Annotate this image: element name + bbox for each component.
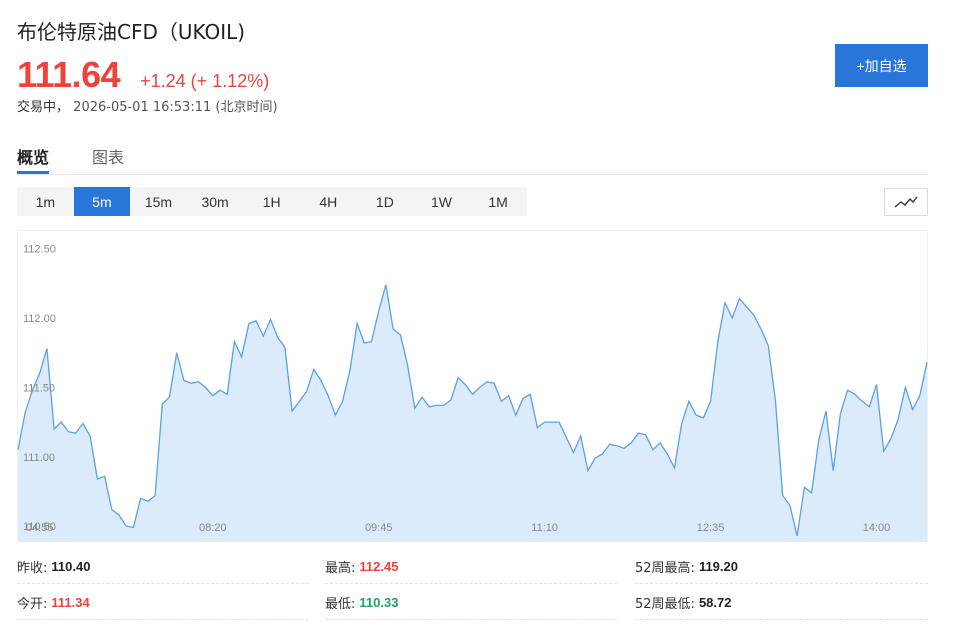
stat-open: 今开: 111.34 <box>17 586 309 620</box>
stat-value: 110.33 <box>359 595 399 610</box>
interval-1d[interactable]: 1D <box>357 187 414 216</box>
stat-value: 111.34 <box>51 595 90 610</box>
price-chart[interactable]: 112.50 112.00 111.50 111.00 110.50 04:55 08:20… <box>17 230 928 542</box>
x-tick-label: 09:45 <box>365 522 393 534</box>
stat-52w-high: 52周最高: 119.20 <box>635 550 928 584</box>
y-tick-label: 112.00 <box>23 313 56 325</box>
stat-label: 昨收: <box>17 561 48 576</box>
tab-overview[interactable]: 概览 <box>17 144 49 168</box>
price-row: 111.64 +1.24 (+ 1.12%) <box>17 54 269 96</box>
y-tick-label: 111.50 <box>23 382 55 394</box>
y-tick-label: 112.50 <box>23 244 56 256</box>
timezone-label: (北京时间) <box>215 100 278 115</box>
x-tick-label: 14:00 <box>863 522 891 534</box>
stat-value: 110.40 <box>51 559 91 574</box>
stat-label: 52周最高: <box>635 561 695 576</box>
stat-value: 58.72 <box>698 595 732 610</box>
chart-type-button[interactable] <box>884 188 928 216</box>
y-tick-label: 111.00 <box>23 452 55 464</box>
interval-4h[interactable]: 4H <box>300 187 357 216</box>
quote-datetime: 2026-05-01 16:53:11 <box>73 100 212 115</box>
add-to-watchlist-button[interactable]: +加自选 <box>835 44 928 87</box>
x-tick-label: 11:10 <box>531 522 558 534</box>
stat-52w-low: 52周最低: 58.72 <box>635 586 928 620</box>
x-tick-label: 08:20 <box>199 522 227 534</box>
stat-label: 52周最低: <box>635 597 695 612</box>
price-chart-svg: 112.50112.00111.50111.00110.5004:55 08:20… <box>17 230 928 542</box>
interval-5m[interactable]: 5m <box>73 187 131 216</box>
interval-1m[interactable]: 1m <box>17 187 74 216</box>
stat-label: 最高: <box>325 561 356 576</box>
status-separator: ， <box>56 100 70 115</box>
stat-label: 最低: <box>325 597 356 612</box>
stat-value: 112.45 <box>359 559 399 574</box>
stat-label: 今开: <box>17 597 48 612</box>
trading-status-row: 交易中， 2026-05-01 16:53:11 (北京时间) <box>17 96 278 115</box>
interval-1w[interactable]: 1W <box>413 187 470 216</box>
stat-high: 最高: 112.45 <box>325 550 617 584</box>
trading-status: 交易中 <box>17 100 57 115</box>
last-price: 111.64 <box>17 54 121 95</box>
line-chart-icon <box>894 196 918 208</box>
interval-1mo[interactable]: 1M <box>470 187 527 216</box>
main-tabs: 概览 图表 <box>17 142 928 175</box>
stat-value: 119.20 <box>698 559 738 574</box>
x-tick-label: 04:55 <box>26 522 54 534</box>
interval-selector: 1m 5m 15m 30m 1H 4H 1D 1W 1M <box>17 187 527 216</box>
stat-low: 最低: 110.33 <box>325 586 617 620</box>
interval-15m[interactable]: 15m <box>130 187 187 216</box>
interval-1h[interactable]: 1H <box>243 187 300 216</box>
x-tick-label: 12:35 <box>697 522 725 534</box>
active-tab-indicator <box>17 171 49 174</box>
interval-30m[interactable]: 30m <box>187 187 244 216</box>
stat-prev-close: 昨收: 110.40 <box>17 550 309 584</box>
tab-chart[interactable]: 图表 <box>92 144 124 168</box>
price-change: +1.24 (+ 1.12%) <box>140 71 270 91</box>
instrument-title: 布伦特原油CFD（UKOIL) <box>17 20 246 44</box>
